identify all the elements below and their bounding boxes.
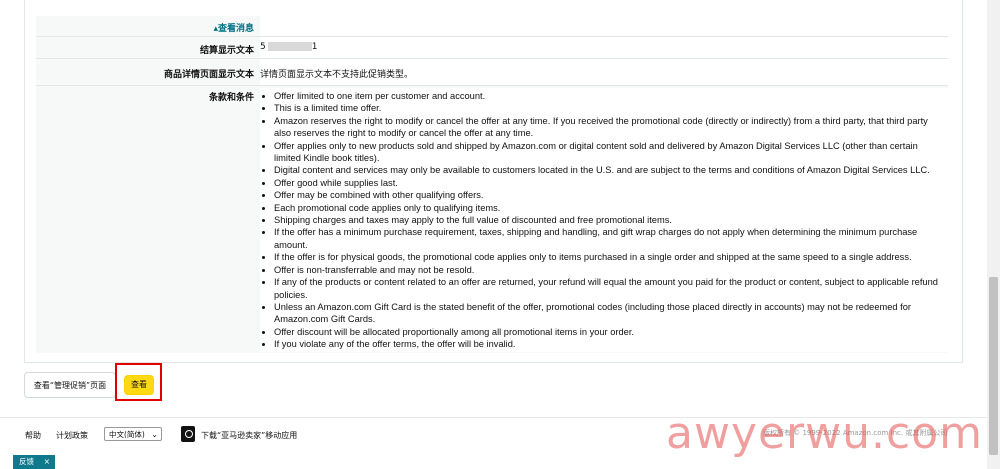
terms-item: Shipping charges and taxes may apply to … (274, 214, 948, 226)
detail-page-text-label: 商品详情页面显示文本 (163, 70, 254, 80)
terms-item: Unless an Amazon.com Gift Card is the st… (274, 301, 948, 326)
terms-item: If the offer is for physical goods, the … (274, 251, 948, 263)
scrollbar-thumb[interactable] (989, 277, 998, 455)
terms-item: Offer discount will be allocated proport… (274, 326, 948, 338)
highlight-box (115, 363, 162, 401)
terms-value: Offer limited to one item per customer a… (260, 88, 948, 352)
chevron-down-icon: ⌄ (151, 430, 158, 439)
terms-item: Digital content and services may only be… (274, 164, 948, 176)
terms-item: Offer is non-transferrable and may not b… (274, 264, 948, 276)
view-message-link[interactable]: ▴查看消息 (36, 21, 254, 34)
row-view-message: ▴查看消息 (36, 16, 948, 36)
close-icon[interactable]: × (44, 455, 50, 469)
redacted-block (267, 42, 312, 51)
checkout-text-suffix: 1 (311, 42, 318, 52)
checkout-text-prefix: 5 (260, 42, 266, 52)
view-message-value (260, 16, 948, 36)
language-value: 中文(简体) (109, 430, 145, 439)
download-app-link[interactable]: 下载“亚马逊卖家”移动应用 (201, 430, 297, 441)
row-checkout-text: 结算显示文本 51 (36, 37, 948, 58)
terms-item: Offer limited to one item per customer a… (274, 90, 948, 102)
row-detail-page-text: 商品详情页面显示文本 详情页面显示文本不支持此促销类型。 (36, 59, 948, 85)
terms-item: If any of the products or content relate… (274, 276, 948, 301)
watermark: awyerwu.com (666, 408, 983, 459)
detail-page-text-value: 详情页面显示文本不支持此促销类型。 (260, 59, 948, 85)
terms-item: If you violate any of the offer terms, t… (274, 338, 948, 350)
feedback-button[interactable]: 反馈 × (13, 455, 55, 469)
help-link[interactable]: 帮助 (25, 430, 41, 441)
page: ▴查看消息 结算显示文本 51 商品详情页面显示文本 详情页面显示文本不支持此促… (0, 0, 987, 469)
row-terms: 条款和条件 Offer limited to one item per cust… (36, 86, 948, 353)
terms-item: Offer good while supplies last. (274, 177, 948, 189)
checkout-text-value: 51 (260, 37, 948, 58)
feedback-label: 反馈 (19, 457, 34, 466)
terms-item: Each promotional code applies only to qu… (274, 202, 948, 214)
checkout-text-label: 结算显示文本 (199, 46, 254, 56)
terms-item: Offer applies only to new products sold … (274, 140, 948, 165)
program-policies-link[interactable]: 计划政策 (56, 430, 88, 441)
language-select[interactable]: 中文(简体) ⌄ (104, 427, 162, 441)
terms-item: This is a limited time offer. (274, 102, 948, 114)
view-manage-promotions-button[interactable]: 查看“管理促销”页面 (24, 372, 116, 398)
terms-item: Offer may be combined with other qualify… (274, 189, 948, 201)
terms-item: Amazon reserves the right to modify or c… (274, 115, 948, 140)
seller-app-icon[interactable] (181, 426, 195, 442)
terms-label: 条款和条件 (208, 93, 254, 103)
details-table: ▴查看消息 结算显示文本 51 商品详情页面显示文本 详情页面显示文本不支持此促… (36, 16, 948, 353)
terms-item: If the offer has a minimum purchase requ… (274, 226, 948, 251)
terms-list: Offer limited to one item per customer a… (260, 90, 948, 351)
